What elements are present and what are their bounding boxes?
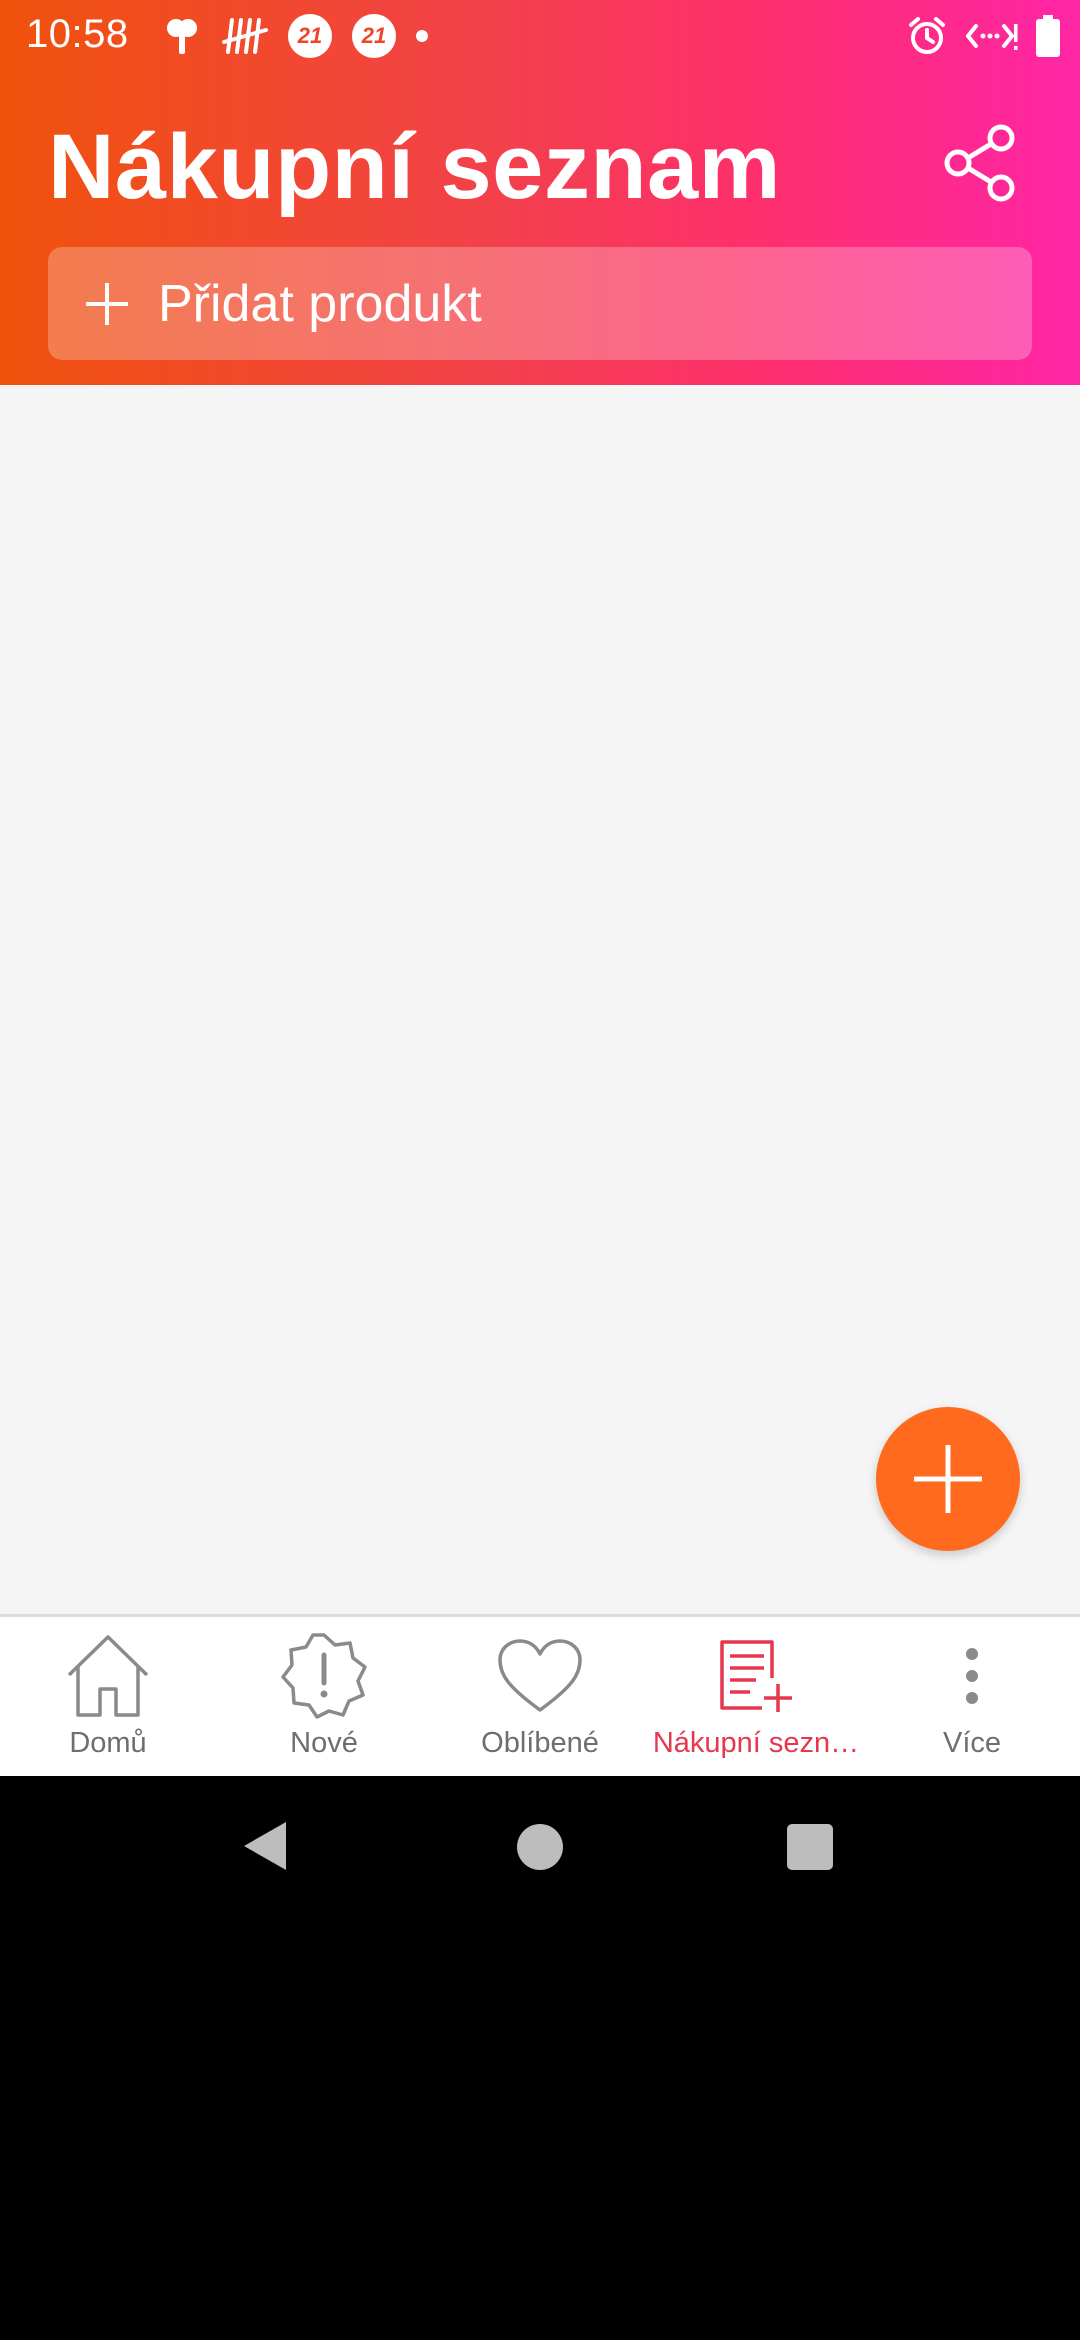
nav-label-new: Nové bbox=[290, 1727, 358, 1759]
bottom-navigation: Domů Nové Oblíbené Nákupní sezn… Více bbox=[0, 1614, 1080, 1776]
add-fab-button[interactable] bbox=[876, 1407, 1020, 1551]
new-badge-icon bbox=[281, 1633, 367, 1719]
nav-item-more[interactable]: Více bbox=[864, 1617, 1080, 1776]
nav-label-more: Více bbox=[942, 1727, 1002, 1759]
nav-item-favorites[interactable]: Oblíbené bbox=[432, 1617, 648, 1776]
share-icon bbox=[944, 124, 1015, 202]
nav-label-favorites: Oblíbené bbox=[481, 1727, 599, 1759]
data-icon bbox=[966, 24, 1018, 50]
header: 10:58 21 21 Nákupní seznam Přidat produk… bbox=[0, 0, 1080, 385]
notification-icon bbox=[167, 19, 197, 54]
status-right-icons bbox=[888, 12, 1060, 60]
plus-icon bbox=[914, 1445, 982, 1513]
app-screen: 10:58 21 21 Nákupní seznam Přidat produk… bbox=[0, 0, 1080, 2340]
home-button-icon[interactable] bbox=[517, 1824, 563, 1870]
dot-icon bbox=[416, 30, 428, 42]
shopping-list-icon bbox=[720, 1640, 792, 1712]
battery-icon bbox=[1036, 15, 1060, 57]
tally-icon bbox=[222, 18, 268, 54]
nav-label-shopping-list: Nákupní sezn… bbox=[652, 1727, 860, 1759]
status-time: 10:58 bbox=[26, 12, 129, 56]
status-bar: 10:58 21 21 bbox=[0, 0, 1080, 72]
recent-apps-icon[interactable] bbox=[787, 1824, 833, 1870]
page-title: Nákupní seznam bbox=[48, 116, 781, 218]
badge-21-icon: 21 bbox=[352, 14, 396, 58]
share-button[interactable] bbox=[938, 120, 1024, 206]
back-icon[interactable] bbox=[240, 1820, 288, 1872]
plus-icon bbox=[86, 282, 128, 325]
heart-icon bbox=[498, 1639, 582, 1712]
alarm-icon bbox=[909, 17, 945, 54]
more-vertical-icon bbox=[966, 1648, 978, 1704]
add-product-field[interactable]: Přidat produkt bbox=[48, 247, 1032, 360]
add-product-label: Přidat produkt bbox=[158, 274, 482, 333]
home-icon bbox=[67, 1635, 149, 1717]
nav-item-home[interactable]: Domů bbox=[0, 1617, 216, 1776]
badge-21-icon: 21 bbox=[288, 14, 332, 58]
nav-item-shopping-list[interactable]: Nákupní sezn… bbox=[648, 1617, 864, 1776]
nav-item-new[interactable]: Nové bbox=[216, 1617, 432, 1776]
nav-label-home: Domů bbox=[69, 1727, 147, 1759]
status-left-icons: 21 21 bbox=[162, 12, 448, 60]
